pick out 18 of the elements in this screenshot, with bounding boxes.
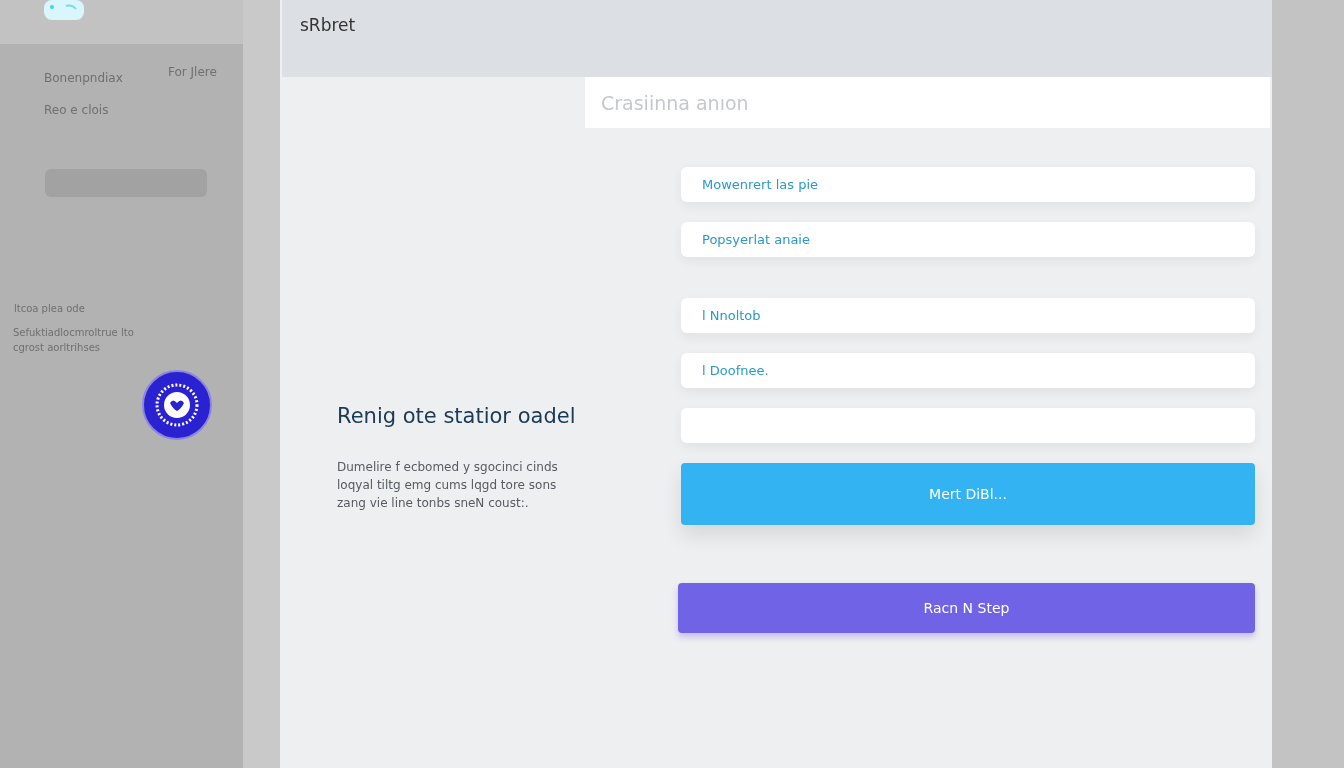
input-field[interactable]: Mowenrert las pie bbox=[681, 167, 1255, 202]
heart-badge-icon[interactable] bbox=[142, 370, 212, 440]
input-field[interactable] bbox=[681, 408, 1255, 443]
sidebar-link[interactable]: For Jlere bbox=[168, 65, 248, 85]
page-title: sRbret bbox=[300, 15, 356, 35]
sidebar-link[interactable]: Reo e clois bbox=[44, 103, 168, 117]
input-field[interactable]: Popsyerlat anaie bbox=[681, 222, 1255, 257]
section-text: Sefuktiadlocmroltrue lto cgrost aorltrihses bbox=[13, 326, 135, 355]
intro-title: Renig ote statior oadel bbox=[337, 404, 577, 428]
input-field[interactable]: l Nnoltob bbox=[681, 298, 1255, 333]
search-field[interactable]: Crasiinna anıon bbox=[585, 77, 1270, 128]
cloud-icon bbox=[44, 0, 84, 20]
section-title: ltcoa plea ode bbox=[14, 303, 86, 314]
sidebar-link[interactable]: Bonenpndiax bbox=[44, 71, 168, 85]
input-field[interactable]: l Doofnee. bbox=[681, 353, 1255, 388]
secondary-button[interactable]: Racn N Step bbox=[678, 583, 1255, 633]
primary-button[interactable]: Mert DiBl... bbox=[681, 463, 1255, 525]
intro-text: Dumelire f ecbomed y sgocinci cinds loqyal tiltg emg cums lqgd tore sons zang vie line tonbs sneN coust:. bbox=[337, 459, 559, 512]
